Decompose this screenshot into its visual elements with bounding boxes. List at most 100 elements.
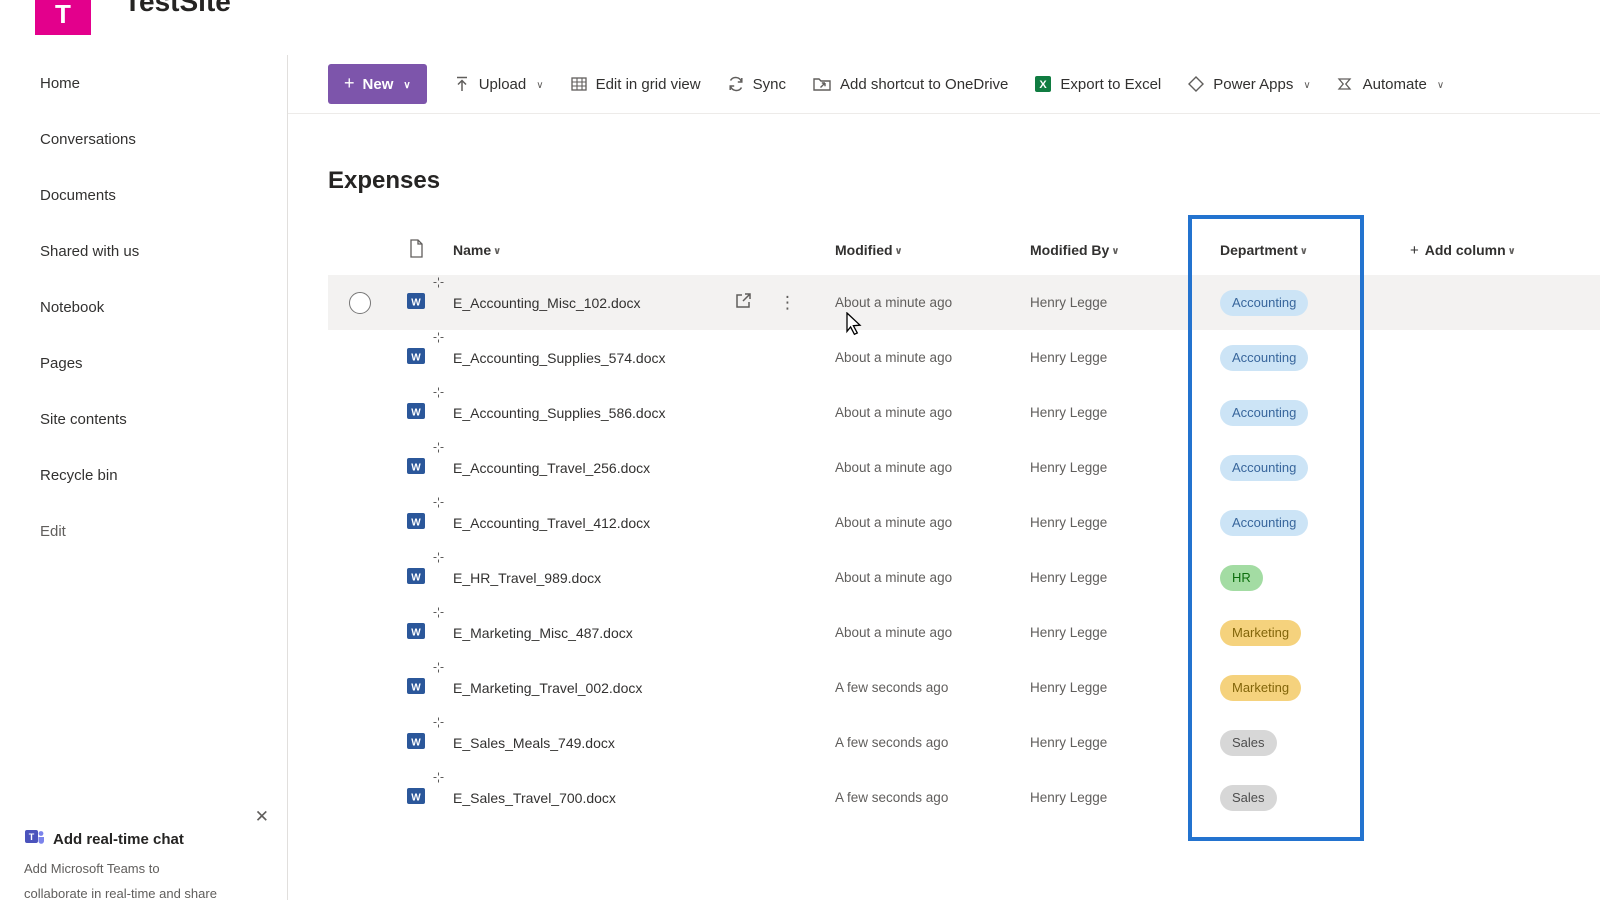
svg-text:X: X bbox=[1040, 79, 1048, 91]
site-title[interactable]: TestSite bbox=[124, 0, 231, 18]
svg-text:T: T bbox=[29, 832, 35, 842]
department-pill: Accounting bbox=[1220, 344, 1309, 371]
sync-icon bbox=[727, 75, 745, 93]
new-button[interactable]: + New ∨ bbox=[328, 64, 427, 104]
share-icon[interactable] bbox=[733, 291, 753, 314]
table-row[interactable]: W E_Accounting_Travel_412.docx ⋮ About a… bbox=[328, 495, 1600, 550]
department-pill: Accounting bbox=[1220, 289, 1309, 316]
toolbar-export-to-excel[interactable]: X Export to Excel bbox=[1034, 75, 1161, 93]
column-header-modified-by[interactable]: Modified By ∨ bbox=[1015, 242, 1200, 258]
file-name[interactable]: E_Accounting_Travel_256.docx bbox=[453, 460, 650, 476]
sidebar-item-documents[interactable]: Documents bbox=[0, 167, 287, 223]
onedrive-shortcut-icon bbox=[812, 75, 832, 93]
file-type-column-header[interactable] bbox=[392, 239, 440, 261]
modified-by-cell[interactable]: Henry Legge bbox=[1015, 625, 1200, 640]
add-column-button[interactable]: + Add column ∨ bbox=[1390, 242, 1600, 259]
toolbar-label: Sync bbox=[752, 75, 786, 93]
file-name[interactable]: E_Accounting_Supplies_574.docx bbox=[453, 350, 666, 366]
toolbar-edit-in-grid-view[interactable]: Edit in grid view bbox=[570, 75, 701, 93]
table-row[interactable]: W E_Accounting_Travel_256.docx ⋮ About a… bbox=[328, 440, 1600, 495]
table-row[interactable]: W E_Accounting_Supplies_574.docx ⋮ About… bbox=[328, 330, 1600, 385]
sidebar-item-conversations[interactable]: Conversations bbox=[0, 111, 287, 167]
new-item-sparkle-icon bbox=[433, 440, 444, 456]
file-name[interactable]: E_Accounting_Supplies_586.docx bbox=[453, 405, 666, 421]
more-options-icon[interactable]: ⋮ bbox=[779, 294, 796, 311]
chevron-down-icon: ∨ bbox=[403, 79, 411, 91]
plus-icon: + bbox=[344, 72, 355, 93]
sidebar-item-pages[interactable]: Pages bbox=[0, 335, 287, 391]
column-header-modified[interactable]: Modified ∨ bbox=[820, 242, 1015, 258]
department-pill: Accounting bbox=[1220, 454, 1309, 481]
sidebar-item-shared-with-us[interactable]: Shared with us bbox=[0, 223, 287, 279]
sidebar-item-home[interactable]: Home bbox=[0, 55, 287, 111]
modified-by-cell[interactable]: Henry Legge bbox=[1015, 350, 1200, 365]
page-title: Expenses bbox=[328, 167, 441, 194]
column-header-department[interactable]: Department ∨ bbox=[1200, 242, 1390, 258]
toolbar-label: Export to Excel bbox=[1060, 75, 1162, 93]
modified-by-cell[interactable]: Henry Legge bbox=[1015, 295, 1200, 310]
table-row[interactable]: W E_Sales_Travel_700.docx ⋮ A few second… bbox=[328, 770, 1600, 825]
toolbar-automate[interactable]: Automate ∨ bbox=[1337, 75, 1444, 93]
file-name[interactable]: E_Marketing_Misc_487.docx bbox=[453, 625, 633, 641]
toolbar-power-apps[interactable]: Power Apps ∨ bbox=[1187, 75, 1311, 93]
svg-text:W: W bbox=[411, 683, 421, 694]
file-name[interactable]: E_Marketing_Travel_002.docx bbox=[453, 680, 642, 696]
new-item-sparkle-icon bbox=[433, 275, 444, 291]
svg-text:W: W bbox=[411, 518, 421, 529]
sidebar-item-site-contents[interactable]: Site contents bbox=[0, 391, 287, 447]
promo-text-line1: Add Microsoft Teams to bbox=[24, 861, 160, 876]
modified-by-cell[interactable]: Henry Legge bbox=[1015, 680, 1200, 695]
modified-cell: About a minute ago bbox=[835, 405, 953, 420]
modified-by-cell[interactable]: Henry Legge bbox=[1015, 790, 1200, 805]
table-row[interactable]: W E_Sales_Meals_749.docx ⋮ A few seconds… bbox=[328, 715, 1600, 770]
sidebar-item-recycle-bin[interactable]: Recycle bin bbox=[0, 447, 287, 503]
new-item-sparkle-icon bbox=[433, 330, 444, 346]
sidebar-item-edit[interactable]: Edit bbox=[0, 503, 287, 559]
table-row[interactable]: W E_Marketing_Travel_002.docx ⋮ A few se… bbox=[328, 660, 1600, 715]
modified-by-cell[interactable]: Henry Legge bbox=[1015, 460, 1200, 475]
department-pill: Sales bbox=[1220, 729, 1277, 756]
department-pill: HR bbox=[1220, 564, 1263, 591]
svg-text:W: W bbox=[411, 463, 421, 474]
toolbar-sync[interactable]: Sync bbox=[727, 75, 786, 93]
plus-icon: + bbox=[1410, 241, 1419, 259]
file-name[interactable]: E_Sales_Travel_700.docx bbox=[453, 790, 616, 806]
word-file-icon: W bbox=[406, 291, 426, 314]
word-file-icon: W bbox=[406, 621, 426, 644]
site-logo[interactable]: T bbox=[35, 0, 91, 35]
file-name[interactable]: E_Sales_Meals_749.docx bbox=[453, 735, 615, 751]
column-header-name[interactable]: Name ∨ bbox=[440, 242, 820, 258]
modified-cell: About a minute ago bbox=[835, 350, 953, 365]
modified-cell: About a minute ago bbox=[835, 295, 953, 310]
sidebar-item-label: Pages bbox=[40, 354, 83, 372]
table-row[interactable]: W E_Marketing_Misc_487.docx ⋮ About a mi… bbox=[328, 605, 1600, 660]
modified-by-cell[interactable]: Henry Legge bbox=[1015, 405, 1200, 420]
svg-text:W: W bbox=[411, 353, 421, 364]
chevron-down-icon: ∨ bbox=[894, 245, 903, 257]
chevron-down-icon: ∨ bbox=[1111, 245, 1120, 257]
sidebar-item-label: Recycle bin bbox=[40, 466, 118, 484]
new-item-sparkle-icon bbox=[433, 660, 444, 676]
table-row[interactable]: W E_Accounting_Misc_102.docx ⋮ About a m… bbox=[328, 275, 1600, 330]
new-item-sparkle-icon bbox=[433, 385, 444, 401]
file-name[interactable]: E_Accounting_Misc_102.docx bbox=[453, 295, 641, 311]
file-name[interactable]: E_HR_Travel_989.docx bbox=[453, 570, 601, 586]
close-icon[interactable]: ✕ bbox=[255, 807, 269, 827]
teams-promo: ✕ T Add real-time chat Add Microsoft Tea… bbox=[0, 803, 287, 900]
modified-by-cell[interactable]: Henry Legge bbox=[1015, 570, 1200, 585]
file-name[interactable]: E_Accounting_Travel_412.docx bbox=[453, 515, 650, 531]
toolbar-upload[interactable]: Upload ∨ bbox=[453, 75, 544, 93]
row-select-radio[interactable] bbox=[349, 291, 371, 314]
modified-by-cell[interactable]: Henry Legge bbox=[1015, 735, 1200, 750]
svg-text:W: W bbox=[411, 573, 421, 584]
toolbar-add-shortcut-to-onedrive[interactable]: Add shortcut to OneDrive bbox=[812, 75, 1008, 93]
modified-by-cell[interactable]: Henry Legge bbox=[1015, 515, 1200, 530]
main-content: + New ∨ Upload ∨ Edit in grid view Sync Add … bbox=[288, 55, 1600, 900]
chevron-down-icon: ∨ bbox=[1299, 245, 1308, 257]
word-file-icon: W bbox=[406, 456, 426, 479]
table-row[interactable]: W E_HR_Travel_989.docx ⋮ About a minute … bbox=[328, 550, 1600, 605]
sidebar-item-label: Site contents bbox=[40, 410, 127, 428]
sidebar-item-notebook[interactable]: Notebook bbox=[0, 279, 287, 335]
table-row[interactable]: W E_Accounting_Supplies_586.docx ⋮ About… bbox=[328, 385, 1600, 440]
word-file-icon: W bbox=[406, 401, 426, 424]
